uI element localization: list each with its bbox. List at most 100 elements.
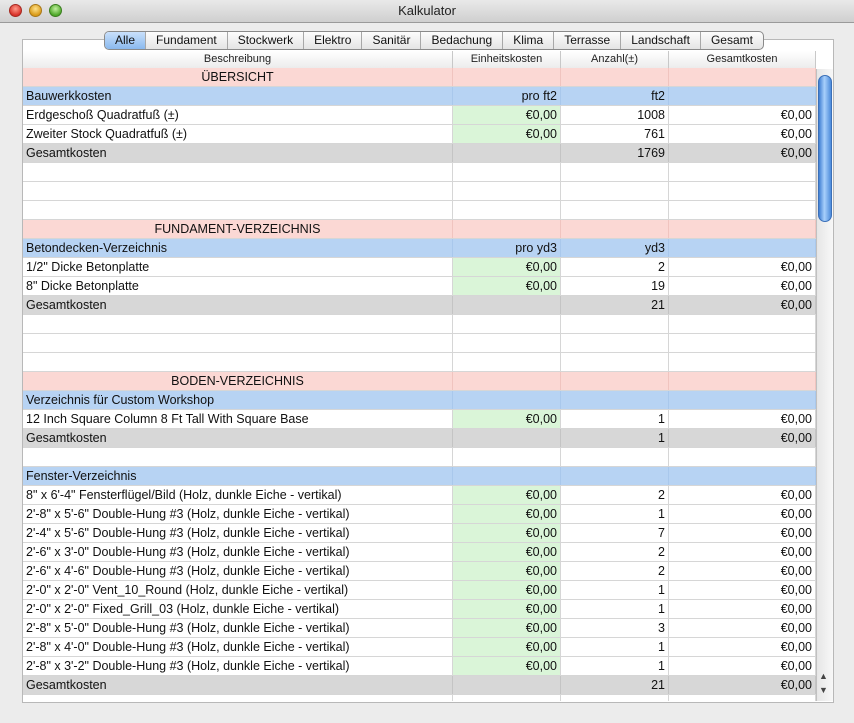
unit-cost-cell [453, 467, 561, 485]
quantity-cell[interactable]: 1008 [561, 106, 669, 124]
unit-cost-cell[interactable]: €0,00 [453, 106, 561, 124]
unit-cost-cell[interactable]: €0,00 [453, 258, 561, 276]
quantity-cell [561, 201, 669, 219]
table-row-section[interactable]: ÜBERSICHT [23, 68, 816, 87]
column-header-description[interactable]: Beschreibung [23, 51, 453, 68]
quantity-cell [561, 182, 669, 200]
tab-gesamt[interactable]: Gesamt [701, 32, 763, 49]
table-row-item[interactable]: 2'-6" x 3'-0" Double-Hung #3 (Holz, dunk… [23, 543, 816, 562]
quantity-cell[interactable]: 2 [561, 486, 669, 504]
scroll-down-arrow-icon[interactable]: ▼ [819, 685, 828, 695]
table-row-total[interactable]: Gesamtkosten 1 €0,00 [23, 429, 816, 448]
table-row-total[interactable]: Gesamtkosten 21 €0,00 [23, 676, 816, 695]
table-row-section[interactable]: FUNDAMENT-VERZEICHNIS [23, 220, 816, 239]
tab-stockwerk[interactable]: Stockwerk [228, 32, 305, 49]
table-row-empty[interactable] [23, 448, 816, 467]
tab-elektro[interactable]: Elektro [304, 32, 363, 49]
quantity-cell[interactable]: 1 [561, 657, 669, 675]
table-row-item[interactable]: 8" Dicke Betonplatte €0,00 19 €0,00 [23, 277, 816, 296]
unit-cost-cell[interactable]: €0,00 [453, 277, 561, 295]
table-row-total[interactable]: Gesamtkosten 21 €0,00 [23, 296, 816, 315]
table-row-category[interactable]: Betondecken-Verzeichnis pro yd3 yd3 [23, 239, 816, 258]
table-row-total[interactable]: Gesamtkosten 1769 €0,00 [23, 144, 816, 163]
tab-fundament[interactable]: Fundament [146, 32, 228, 49]
category-tab-bar: Alle Fundament Stockwerk Elektro Sanitär Beda… [104, 31, 764, 50]
unit-cost-cell [453, 296, 561, 314]
quantity-cell[interactable]: 761 [561, 125, 669, 143]
quantity-cell[interactable]: 7 [561, 524, 669, 542]
table-row-empty[interactable] [23, 353, 816, 372]
table-row-item[interactable]: 2'-6" x 4'-6" Double-Hung #3 (Holz, dunk… [23, 562, 816, 581]
table-row-item[interactable]: Zweiter Stock Quadratfuß (±) €0,00 761 €0,0… [23, 125, 816, 144]
table-row-item[interactable]: Erdgeschoß Quadratfuß (±) €0,00 1008 €0,00 [23, 106, 816, 125]
quantity-cell [561, 391, 669, 409]
tab-terrasse[interactable]: Terrasse [554, 32, 622, 49]
table-row-empty[interactable] [23, 163, 816, 182]
unit-cost-cell[interactable]: €0,00 [453, 619, 561, 637]
tab-alle[interactable]: Alle [105, 32, 147, 49]
unit-cost-cell[interactable]: €0,00 [453, 581, 561, 599]
quantity-cell [561, 68, 669, 86]
tab-sanitär[interactable]: Sanitär [362, 32, 422, 49]
table-row-item[interactable]: 2'-4" x 5'-6" Double-Hung #3 (Holz, dunk… [23, 524, 816, 543]
description-cell: Gesamtkosten [23, 676, 453, 694]
quantity-cell[interactable]: 1 [561, 410, 669, 428]
table-row-empty[interactable] [23, 315, 816, 334]
unit-cost-cell[interactable]: €0,00 [453, 543, 561, 561]
table-row-item[interactable]: 2'-8" x 5'-0" Double-Hung #3 (Holz, dunk… [23, 619, 816, 638]
unit-cost-cell[interactable]: €0,00 [453, 638, 561, 656]
quantity-cell[interactable]: 1 [561, 581, 669, 599]
table-row-item[interactable]: 2'-8" x 5'-6" Double-Hung #3 (Holz, dunk… [23, 505, 816, 524]
unit-cost-cell[interactable]: €0,00 [453, 600, 561, 618]
column-header-unit-cost[interactable]: Einheitskosten [453, 51, 561, 68]
quantity-cell[interactable]: 2 [561, 562, 669, 580]
unit-cost-cell[interactable]: €0,00 [453, 486, 561, 504]
quantity-cell: yd3 [561, 239, 669, 257]
description-cell: Zweiter Stock Quadratfuß (±) [23, 125, 453, 143]
quantity-cell[interactable]: 2 [561, 543, 669, 561]
tab-landschaft[interactable]: Landschaft [621, 32, 701, 49]
table-row-item[interactable]: 8" x 6'-4" Fensterflügel/Bild (Holz, dun… [23, 486, 816, 505]
total-cost-cell: €0,00 [669, 600, 816, 618]
unit-cost-cell[interactable]: €0,00 [453, 562, 561, 580]
unit-cost-cell[interactable]: €0,00 [453, 657, 561, 675]
table-row-item[interactable]: 1/2" Dicke Betonplatte €0,00 2 €0,00 [23, 258, 816, 277]
unit-cost-cell[interactable]: €0,00 [453, 505, 561, 523]
unit-cost-cell[interactable]: €0,00 [453, 524, 561, 542]
table-row-item[interactable]: 12 Inch Square Column 8 Ft Tall With Squ… [23, 410, 816, 429]
unit-cost-cell[interactable]: €0,00 [453, 410, 561, 428]
table-row-category[interactable]: Bauwerkkosten pro ft2 ft2 [23, 87, 816, 106]
total-cost-cell [669, 201, 816, 219]
description-cell [23, 695, 453, 701]
scroll-up-arrow-icon[interactable]: ▲ [819, 671, 828, 681]
quantity-cell[interactable]: 2 [561, 258, 669, 276]
quantity-cell [561, 220, 669, 238]
table-row-item[interactable]: 2'-0" x 2'-0" Fixed_Grill_03 (Holz, dunk… [23, 600, 816, 619]
tab-bedachung[interactable]: Bedachung [421, 32, 504, 49]
table-row-item[interactable]: 2'-8" x 4'-0" Double-Hung #3 (Holz, dunk… [23, 638, 816, 657]
table-row-item[interactable]: 2'-8" x 3'-2" Double-Hung #3 (Holz, dunk… [23, 657, 816, 676]
table-row-empty[interactable] [23, 182, 816, 201]
tab-klima[interactable]: Klima [503, 32, 555, 49]
vertical-scrollbar[interactable]: ▲ ▼ [816, 69, 833, 701]
table-row-category[interactable]: Verzeichnis für Custom Workshop [23, 391, 816, 410]
quantity-cell[interactable]: 1 [561, 638, 669, 656]
quantity-cell[interactable]: 3 [561, 619, 669, 637]
description-cell: Erdgeschoß Quadratfuß (±) [23, 106, 453, 124]
scrollbar-thumb[interactable] [818, 75, 832, 222]
column-header-quantity[interactable]: Anzahl(±) [561, 51, 669, 68]
quantity-cell[interactable]: 1 [561, 505, 669, 523]
table-row-item[interactable]: 2'-0" x 2'-0" Vent_10_Round (Holz, dunkl… [23, 581, 816, 600]
table-row-section[interactable]: BODEN-VERZEICHNIS [23, 372, 816, 391]
table-row-empty[interactable] [23, 695, 816, 701]
total-cost-cell: €0,00 [669, 106, 816, 124]
column-header-total-cost[interactable]: Gesamtkosten [669, 51, 816, 68]
quantity-cell[interactable]: 19 [561, 277, 669, 295]
table-row-category[interactable]: Fenster-Verzeichnis [23, 467, 816, 486]
quantity-cell[interactable]: 1 [561, 600, 669, 618]
cost-table[interactable]: Beschreibung Einheitskosten Anzahl(±) Ge… [23, 51, 816, 701]
table-row-empty[interactable] [23, 334, 816, 353]
table-row-empty[interactable] [23, 201, 816, 220]
description-cell: 2'-0" x 2'-0" Fixed_Grill_03 (Holz, dunk… [23, 600, 453, 618]
unit-cost-cell[interactable]: €0,00 [453, 125, 561, 143]
